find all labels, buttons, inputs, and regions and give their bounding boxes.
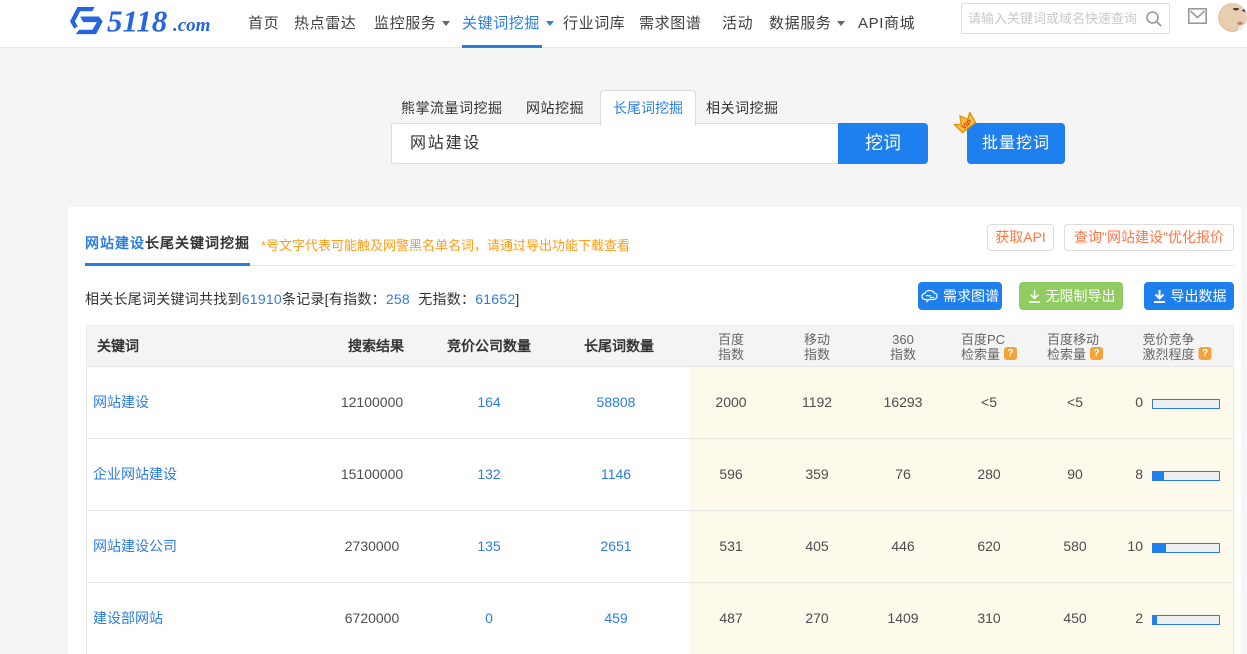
svg-text:5118: 5118: [107, 7, 168, 35]
svg-text:.com: .com: [173, 15, 210, 35]
